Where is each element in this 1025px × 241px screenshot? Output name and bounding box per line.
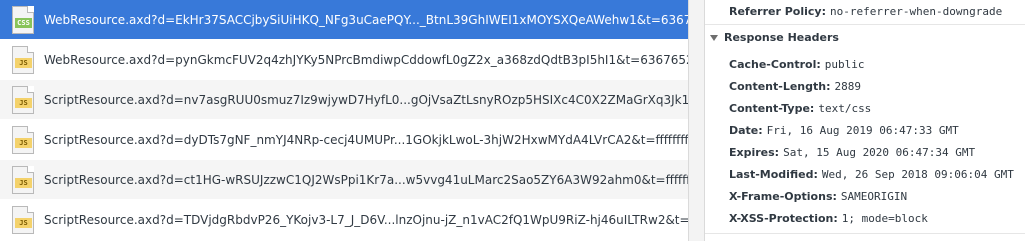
header-key: Content-Length: <box>729 80 831 93</box>
request-row[interactable]: JS ScriptResource.axd?d=nv7asgRUU0smuz7I… <box>0 80 688 119</box>
request-name: ScriptResource.axd?d=dyDTs7gNF_nmYJ4NRp-… <box>44 132 688 147</box>
header-value: no-referrer-when-downgrade <box>830 5 1003 18</box>
file-type-label: JS <box>15 177 32 188</box>
header-row: Expires: Sat, 15 Aug 2020 06:47:34 GMT <box>729 145 975 159</box>
request-row[interactable]: JS ScriptResource.axd?d=ct1HG-wRSUJzzwC1… <box>0 160 688 199</box>
header-row: Last-Modified: Wed, 26 Sep 2018 09:06:04 … <box>729 167 1014 181</box>
request-name: WebResource.axd?d=pynGkmcFUV2q4zhJYKy5NP… <box>44 52 688 67</box>
header-value: text/css <box>818 102 872 115</box>
headers-panel: Referrer Policy: no-referrer-when-downgra… <box>705 0 1025 241</box>
divider <box>705 24 1025 25</box>
header-key: Last-Modified: <box>729 168 818 181</box>
file-type-label: CSS <box>15 17 32 28</box>
js-file-icon: JS <box>12 125 34 154</box>
request-name: ScriptResource.axd?d=TDVjdgRbdvP26_YKojv… <box>44 212 688 227</box>
request-name: ScriptResource.axd?d=ct1HG-wRSUJzzwC1QJ2… <box>44 172 688 187</box>
header-value: 2889 <box>834 80 862 93</box>
header-row: Content-Type: text/css <box>729 101 871 115</box>
js-file-icon: JS <box>12 45 34 74</box>
header-value: 1; mode=block <box>841 212 928 225</box>
header-key: X-XSS-Protection: <box>729 212 838 225</box>
header-row: Date: Fri, 16 Aug 2019 06:47:33 GMT <box>729 123 959 137</box>
header-value: Fri, 16 Aug 2019 06:47:33 GMT <box>766 124 959 137</box>
triangle-down-icon <box>710 34 718 41</box>
request-name: WebResource.axd?d=EkHr37SACCjbySiUiHKQ_N… <box>44 12 688 27</box>
header-key: Date: <box>729 124 763 137</box>
file-type-label: JS <box>15 57 32 68</box>
header-value: public <box>824 58 865 71</box>
file-type-label: JS <box>15 97 32 108</box>
header-key: Content-Type: <box>729 102 815 115</box>
header-row: X-Frame-Options: SAMEORIGIN <box>729 189 907 203</box>
js-file-icon: JS <box>12 165 34 194</box>
header-row: Cache-Control: public <box>729 57 865 71</box>
header-key: Referrer Policy: <box>729 5 826 18</box>
response-headers-toggle[interactable]: Response Headers <box>710 31 839 44</box>
header-key: X-Frame-Options: <box>729 190 837 203</box>
js-file-icon: JS <box>12 205 34 234</box>
panel-splitter[interactable] <box>688 0 705 241</box>
request-row[interactable]: JS WebResource.axd?d=pynGkmcFUV2q4zhJYKy… <box>0 40 688 79</box>
header-row: X-XSS-Protection: 1; mode=block <box>729 211 928 225</box>
js-file-icon: JS <box>12 85 34 114</box>
file-type-label: JS <box>15 217 32 228</box>
request-row[interactable]: CSS WebResource.axd?d=EkHr37SACCjbySiUiH… <box>0 0 688 39</box>
header-key: Cache-Control: <box>729 58 821 71</box>
file-type-label: JS <box>15 137 32 148</box>
referrer-policy-row: Referrer Policy: no-referrer-when-downgra… <box>729 4 1002 18</box>
request-list: CSS WebResource.axd?d=EkHr37SACCjbySiUiH… <box>0 0 688 241</box>
section-title: Response Headers <box>724 31 839 44</box>
header-value: Sat, 15 Aug 2020 06:47:34 GMT <box>783 146 976 159</box>
header-row: Content-Length: 2889 <box>729 79 861 93</box>
divider <box>705 233 1025 234</box>
request-name: ScriptResource.axd?d=nv7asgRUU0smuz7Iz9w… <box>44 92 688 107</box>
header-key: Expires: <box>729 146 780 159</box>
request-row[interactable]: JS ScriptResource.axd?d=dyDTs7gNF_nmYJ4N… <box>0 120 688 159</box>
request-row[interactable]: JS ScriptResource.axd?d=TDVjdgRbdvP26_YK… <box>0 200 688 239</box>
header-value: Wed, 26 Sep 2018 09:06:04 GMT <box>821 168 1014 181</box>
header-value: SAMEORIGIN <box>840 190 908 203</box>
css-file-icon: CSS <box>12 5 34 34</box>
